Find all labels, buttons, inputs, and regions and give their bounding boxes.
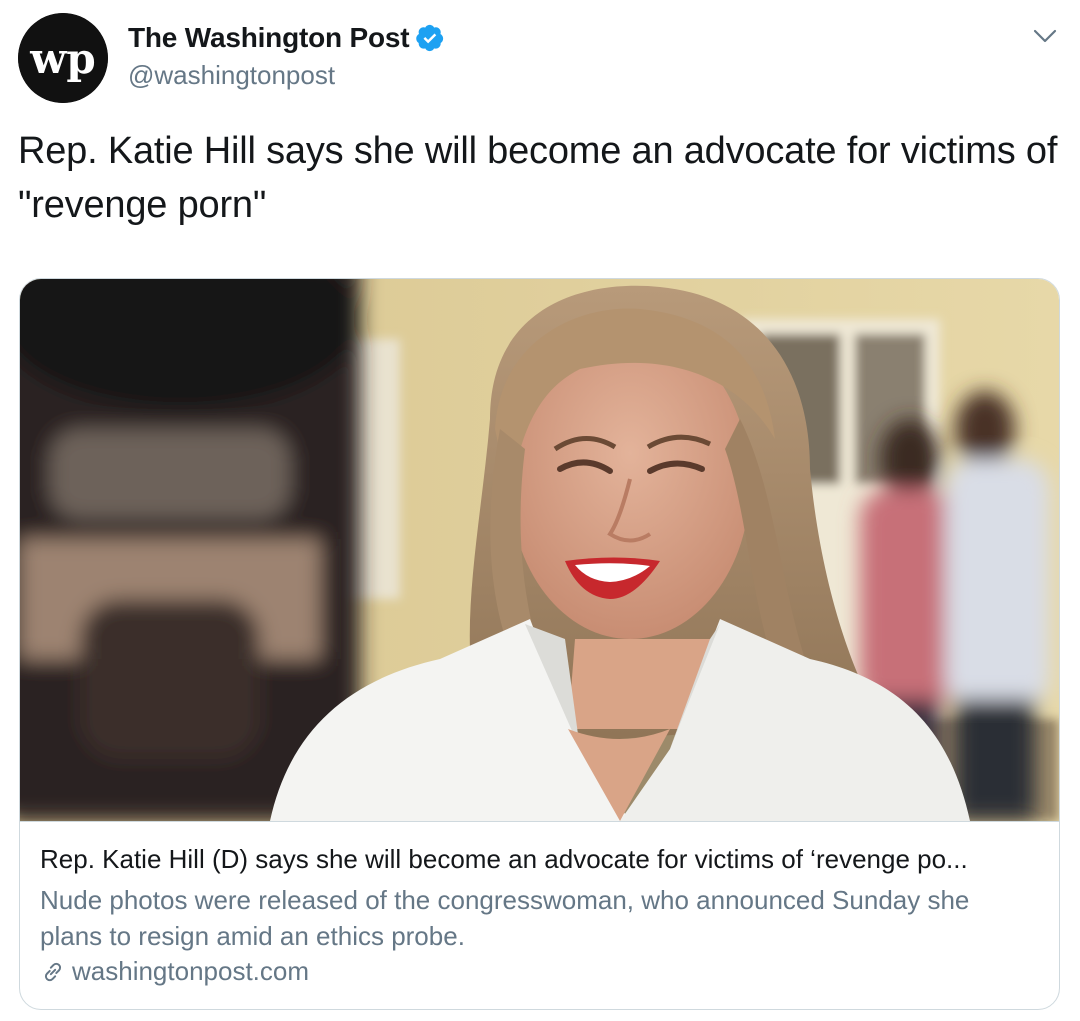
- tweet-text: Rep. Katie Hill says she will become an …: [18, 130, 1058, 226]
- author-display-name[interactable]: The Washington Post: [128, 22, 410, 54]
- card-image[interactable]: [20, 279, 1059, 821]
- link-card[interactable]: Rep. Katie Hill (D) says she will become…: [19, 278, 1060, 1010]
- card-title[interactable]: Rep. Katie Hill (D) says she will become…: [40, 844, 1040, 875]
- card-description: Nude photos were released of the congres…: [40, 885, 970, 951]
- link-icon: [44, 962, 62, 981]
- avatar[interactable]: wp: [18, 13, 108, 103]
- author-name-row[interactable]: The Washington Post: [128, 22, 445, 54]
- logo-monogram: wp: [29, 34, 96, 83]
- card-body[interactable]: Rep. Katie Hill (D) says she will become…: [20, 821, 1059, 1009]
- card-domain-row[interactable]: washingtonpost.com: [40, 956, 309, 987]
- article-photo: [20, 279, 1059, 821]
- washington-post-logo: wp: [18, 13, 108, 103]
- author-handle[interactable]: @washingtonpost: [128, 60, 335, 91]
- card-domain[interactable]: washingtonpost.com: [72, 956, 309, 987]
- verified-badge-icon: [416, 24, 444, 52]
- chevron-down-icon[interactable]: [1030, 24, 1060, 48]
